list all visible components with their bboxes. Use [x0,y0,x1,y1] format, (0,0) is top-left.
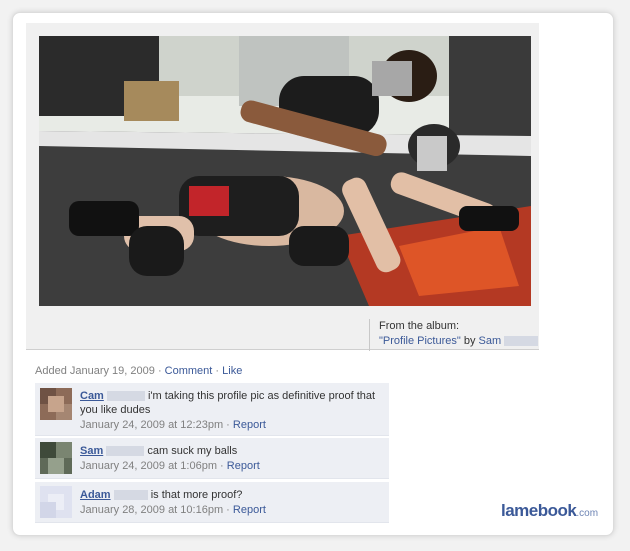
added-date: Added January 19, 2009 [35,365,155,377]
photo-post-card: From the album: "Profile Pictures" by Sa… [12,12,614,536]
report-link[interactable]: Report [233,504,266,516]
comment-link[interactable]: Comment [165,365,213,377]
photo-frame: From the album: "Profile Pictures" by Sa… [26,23,539,351]
album-by-label: by [463,335,476,347]
commenter-name[interactable]: Sam [80,445,103,457]
comment-item: Adam is that more proof? January 28, 200… [35,482,389,523]
pixelated-avatar [40,486,72,518]
comment-timestamp: January 28, 2009 at 10:16pm [80,504,224,516]
post-meta: Added January 19, 2009 · Comment · Like [35,365,243,377]
commenter-name[interactable]: Adam [80,489,111,501]
report-link[interactable]: Report [227,460,260,472]
comment-text: cam suck my balls [147,445,238,457]
avatar[interactable] [40,442,72,474]
avatar[interactable] [40,388,72,420]
watermark-brand: lamebook [501,501,577,520]
redacted-surname [504,336,539,347]
album-from-label: From the album: [379,320,460,332]
comment-meta: January 24, 2009 at 1:06pm · Report [80,460,260,472]
watermark-tld: .com [576,508,599,519]
comment-body: Cam i'm taking this profile pic as defin… [80,389,385,432]
comment-item: Sam cam suck my balls January 24, 2009 a… [35,438,389,479]
comment-body: Sam cam suck my balls January 24, 2009 a… [80,444,385,473]
comment-body: Adam is that more proof? January 28, 200… [80,488,385,517]
album-info: From the album: "Profile Pictures" by Sa… [369,319,539,351]
pixelated-avatar [40,388,72,420]
comment-item: Cam i'm taking this profile pic as defin… [35,383,389,436]
like-link[interactable]: Like [222,365,242,377]
comment-meta: January 24, 2009 at 12:23pm · Report [80,419,266,431]
album-credit-line: "Profile Pictures" by Sam [379,334,539,349]
album-owner-link[interactable]: Sam [479,335,502,347]
comment-text: is that more proof? [150,489,243,501]
lamebook-watermark: lamebook.com [501,501,598,521]
album-link[interactable]: "Profile Pictures" [379,335,461,347]
redacted-surname [106,391,145,402]
redacted-surname [113,490,148,501]
comment-meta: January 28, 2009 at 10:16pm · Report [80,504,266,516]
redacted-surname [106,446,145,457]
album-owner-name: Sam [478,335,502,347]
avatar[interactable] [40,486,72,518]
commenter-name[interactable]: Cam [80,390,104,402]
report-link[interactable]: Report [233,419,266,431]
comment-timestamp: January 24, 2009 at 12:23pm [80,419,224,431]
photo-illustration [39,36,531,306]
comment-timestamp: January 24, 2009 at 1:06pm [80,460,217,472]
pixelated-avatar [40,442,72,474]
wrestling-photo[interactable] [39,36,531,306]
